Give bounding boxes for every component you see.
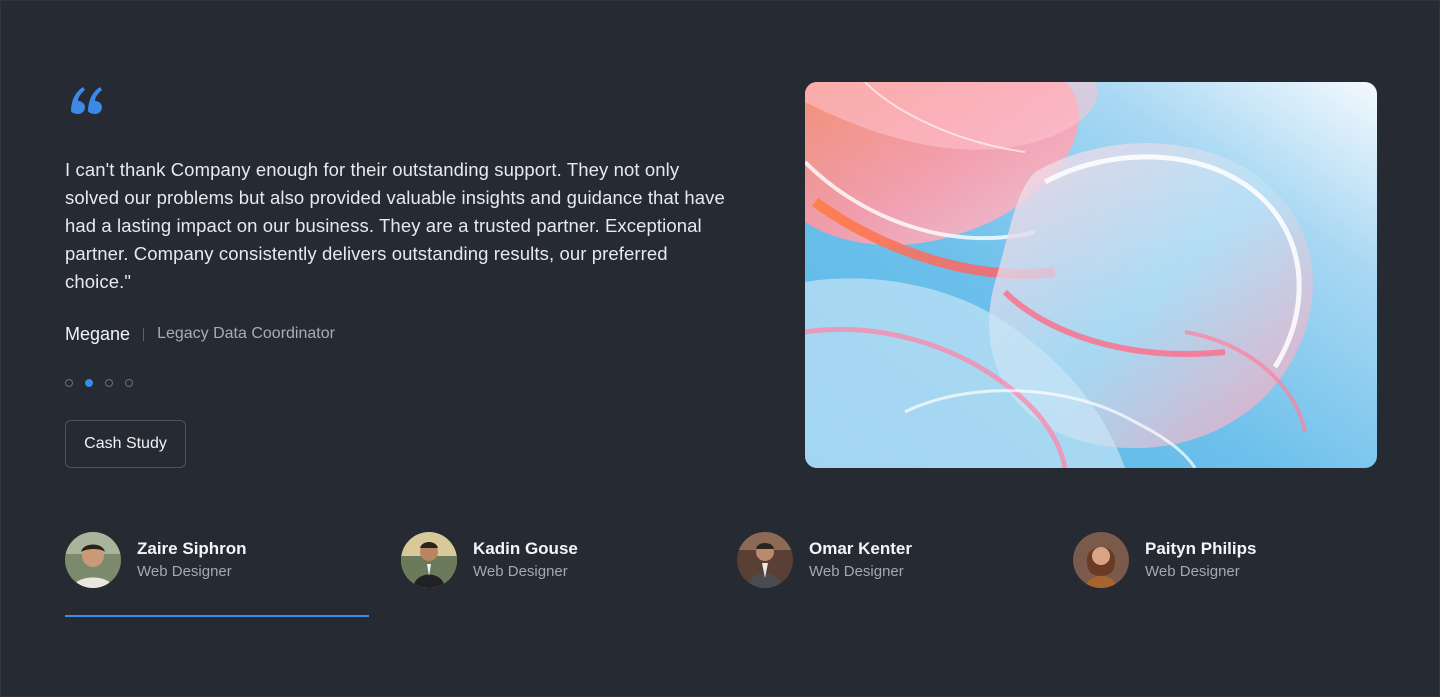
team-member-kadin-gouse[interactable]: Kadin Gouse Web Designer [401, 532, 578, 588]
team-member-paityn-philips[interactable]: Paityn Philips Web Designer [1073, 532, 1256, 588]
testimonial-section: I can't thank Company enough for their o… [0, 0, 1440, 697]
pagination-dots [65, 379, 133, 387]
person-name: Zaire Siphron [137, 538, 247, 558]
author-role: Legacy Data Coordinator [157, 325, 335, 342]
avatar [65, 532, 121, 588]
person-name: Paityn Philips [1145, 538, 1257, 558]
pagination-dot-4[interactable] [125, 379, 133, 387]
person-info: Omar Kenter Web Designer [809, 538, 912, 583]
person-role: Web Designer [473, 562, 568, 580]
avatar [1073, 532, 1129, 588]
person-role: Web Designer [137, 562, 232, 580]
quote-icon [71, 87, 102, 114]
avatar [401, 532, 457, 588]
pagination-dot-3[interactable] [105, 379, 113, 387]
person-role: Web Designer [1145, 562, 1240, 580]
active-member-indicator [65, 615, 369, 617]
person-name: Kadin Gouse [473, 538, 578, 558]
person-info: Zaire Siphron Web Designer [137, 538, 247, 583]
case-study-button[interactable]: Cash Study [65, 420, 186, 468]
person-info: Paityn Philips Web Designer [1145, 538, 1256, 583]
person-role: Web Designer [809, 562, 904, 580]
pagination-dot-1[interactable] [65, 379, 73, 387]
abstract-glass-image [805, 82, 1377, 468]
pagination-dot-2[interactable] [85, 379, 93, 387]
person-info: Kadin Gouse Web Designer [473, 538, 578, 583]
team-members: Zaire Siphron Web Designer Kadin Gouse W… [65, 532, 1409, 592]
testimonial-text: I can't thank Company enough for their o… [65, 159, 725, 292]
team-member-omar-kenter[interactable]: Omar Kenter Web Designer [737, 532, 912, 588]
author-separator [143, 327, 145, 341]
avatar [737, 532, 793, 588]
team-member-zaire-siphron[interactable]: Zaire Siphron Web Designer [65, 532, 247, 588]
author-name: Megane [65, 323, 131, 344]
person-name: Omar Kenter [809, 538, 912, 558]
author-row: Megane Legacy Data Coordinator [65, 322, 335, 346]
